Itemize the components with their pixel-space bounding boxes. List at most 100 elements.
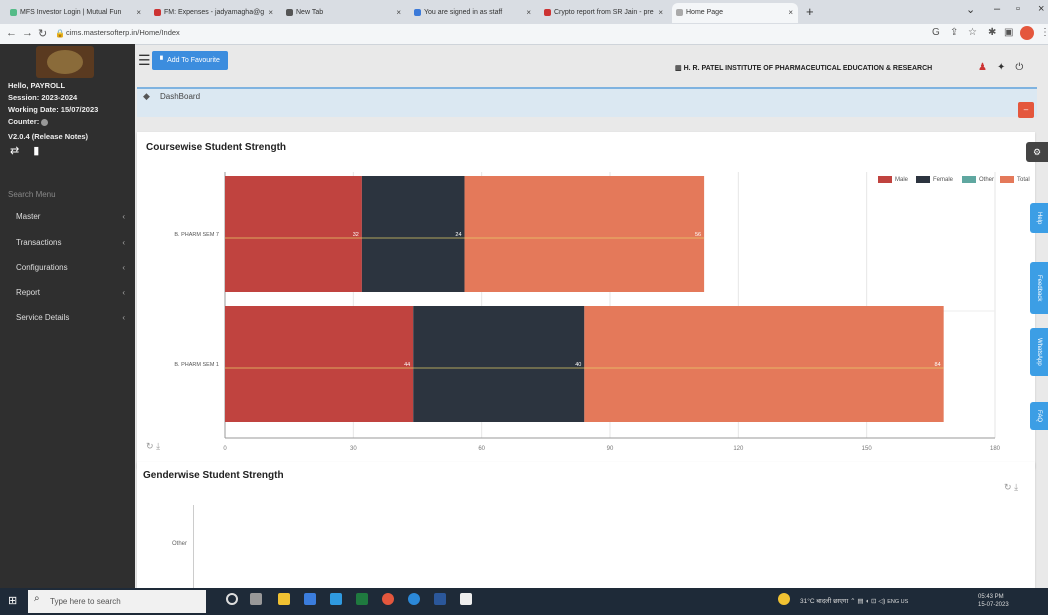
kebab-menu-icon[interactable]: ⋮ [1040, 27, 1048, 38]
refresh-icon[interactable]: ↻ [1004, 482, 1012, 492]
maximize-icon[interactable]: ▫ [1016, 3, 1020, 15]
pin-icon[interactable]: ✦ [997, 62, 1015, 73]
chart-tools: ↻ ⤓ [1004, 482, 1018, 493]
close-icon[interactable]: × [268, 3, 273, 23]
system-tray[interactable]: 31°C बादली छाएगा ⌃ ▤ ◖ ⊡ ◁) ENG US [800, 596, 908, 605]
sidebar-item-transactions[interactable]: Transactions ‹ [0, 232, 135, 254]
reload-icon[interactable]: ↻ [38, 27, 47, 40]
download-icon[interactable]: ⤓ [156, 441, 160, 451]
clock[interactable]: 05:43 PM 15-07-2023 [978, 593, 1009, 609]
chevron-left-icon: ‹ [122, 313, 125, 322]
tab-favicon-icon [154, 9, 161, 16]
close-icon[interactable]: × [658, 3, 663, 23]
institution-icon: ▥ [675, 65, 684, 72]
time-text: 05:43 PM [978, 594, 1004, 600]
share-icon[interactable]: ⇪ [950, 27, 958, 38]
sidebar-item-master[interactable]: Master ‹ [0, 206, 135, 228]
close-icon[interactable]: × [396, 3, 401, 23]
cortana-icon[interactable] [226, 593, 238, 605]
download-icon[interactable]: ⤓ [1014, 482, 1018, 492]
extensions-icon[interactable]: ✱ [988, 27, 996, 38]
word-icon[interactable] [434, 593, 446, 605]
panel-title: Genderwise Student Strength [143, 470, 284, 481]
profile-avatar[interactable] [1020, 26, 1034, 40]
data-label: 44 [404, 362, 410, 368]
close-icon[interactable]: × [526, 3, 531, 23]
feedback-tab[interactable]: Feedback [1030, 262, 1048, 314]
browser-tab-active[interactable]: Home Page × [672, 3, 798, 23]
window-close-icon[interactable]: × [1038, 3, 1044, 15]
sidebar-item-report[interactable]: Report ‹ [0, 282, 135, 304]
edge-icon[interactable] [408, 593, 420, 605]
logo-emblem [47, 50, 83, 74]
transfer-icon[interactable]: ⇄ [10, 145, 33, 157]
tag-icon: ◆ [143, 91, 150, 101]
sidebar-item-configurations[interactable]: Configurations ‹ [0, 257, 135, 279]
browser-tab-strip: MFS Investor Login | Mutual Fun × FM: Exp… [0, 0, 1048, 24]
store-icon[interactable] [330, 593, 342, 605]
search-menu-input[interactable]: Search Menu [8, 190, 56, 199]
tab-label: MFS Investor Login | Mutual Fun [20, 9, 122, 16]
collapse-button[interactable]: – [1018, 102, 1034, 118]
tab-label: Crypto report from SR Jain - pre [554, 9, 654, 16]
tab-favicon-icon [286, 9, 293, 16]
chevron-left-icon: ‹ [122, 288, 125, 297]
tab-label: Home Page [686, 9, 723, 16]
add-to-favourite-button[interactable]: ▘ Add To Favourite [152, 51, 228, 70]
bookmark-star-icon[interactable]: ☆ [968, 27, 977, 38]
mail-icon[interactable] [304, 593, 316, 605]
date-text: 15-07-2023 [978, 602, 1009, 608]
chevron-left-icon: ‹ [122, 212, 125, 221]
whatsapp-tab[interactable]: WhatsApp [1030, 328, 1048, 376]
user-icon[interactable]: ♟ [978, 62, 997, 73]
sidepanel-icon[interactable]: ▣ [1004, 27, 1013, 38]
faq-tab[interactable]: FAQ [1030, 402, 1048, 430]
data-label: 40 [575, 362, 581, 368]
browser-tab[interactable]: New Tab × [282, 3, 406, 23]
weather-icon[interactable] [778, 593, 790, 605]
help-tab[interactable]: Help [1030, 203, 1048, 233]
url-text[interactable]: cims.mastersofterp.in/Home/Index [66, 28, 180, 37]
task-view-icon[interactable] [250, 593, 262, 605]
menu-label: Transactions [16, 238, 62, 247]
browser-tab[interactable]: FM: Expenses - jadyamagha@g × [150, 3, 278, 23]
settings-gear-icon[interactable]: ⚙ [1026, 142, 1048, 162]
refresh-icon[interactable]: ↻ [146, 441, 154, 451]
sidebar-item-service-details[interactable]: Service Details ‹ [0, 307, 135, 329]
google-icon[interactable]: G [932, 27, 940, 38]
document-icon[interactable]: ▮ [33, 145, 53, 157]
new-tab-icon[interactable]: + [806, 4, 814, 19]
breadcrumb-bar [137, 87, 1037, 117]
browser-tab[interactable]: Crypto report from SR Jain - pre × [540, 3, 668, 23]
bar-segment-total [584, 306, 944, 422]
excel-icon[interactable] [356, 593, 368, 605]
data-label: 24 [455, 232, 461, 238]
browser-tab[interactable]: MFS Investor Login | Mutual Fun × [6, 3, 146, 23]
breadcrumb[interactable]: DashBoard [160, 92, 200, 101]
back-icon[interactable]: ← [6, 27, 17, 39]
menu-label: Configurations [16, 263, 68, 272]
hamburger-menu-icon[interactable]: ☰ [138, 52, 151, 69]
browser-tab[interactable]: You are signed in as staff × [410, 3, 536, 23]
taskbar-search-input[interactable]: Type here to search [28, 590, 206, 613]
chevron-left-icon: ‹ [122, 263, 125, 272]
address-bar: ← → ↻ 🔒 cims.mastersofterp.in/Home/Index… [0, 24, 1048, 45]
chrome-icon[interactable] [382, 593, 394, 605]
category-label: B. PHARM SEM 7 [174, 232, 219, 238]
weather-text: 31°C बादली छाएगा [800, 598, 849, 605]
x-tick-label: 180 [990, 446, 1001, 452]
windows-start-icon[interactable]: ⊞ [8, 594, 17, 607]
tab-search-icon[interactable]: ⌄ [966, 3, 975, 16]
app-icon[interactable] [460, 593, 472, 605]
file-explorer-icon[interactable] [278, 593, 290, 605]
version-link[interactable]: V2.0.4 (Release Notes) [8, 132, 88, 141]
close-icon[interactable]: × [788, 3, 793, 23]
close-icon[interactable]: × [136, 3, 141, 23]
x-tick-label: 120 [733, 446, 744, 452]
bar-segment-total [464, 176, 705, 292]
menu-label: Report [16, 288, 41, 297]
forward-icon[interactable]: → [22, 27, 33, 39]
power-icon[interactable]: ⏻ [1015, 62, 1033, 73]
minimize-icon[interactable]: – [994, 3, 1000, 15]
tab-favicon-icon [544, 9, 551, 16]
